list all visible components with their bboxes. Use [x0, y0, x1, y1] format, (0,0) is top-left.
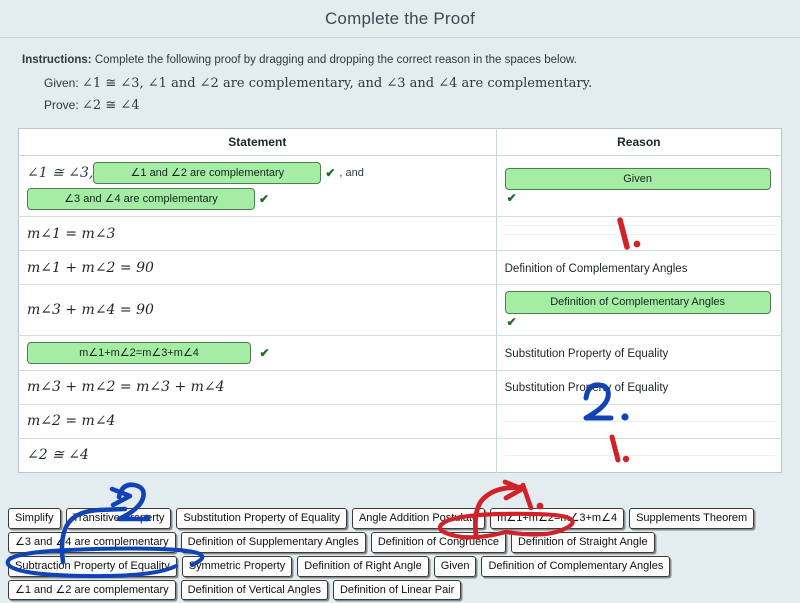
word-bank-chip[interactable]: Simplify — [8, 508, 61, 529]
reason-dropzone-2[interactable] — [495, 216, 782, 251]
proof-table: Statement Reason ∠1 ≅ ∠3, ∠1 and ∠2 are … — [18, 128, 782, 473]
app-header: Complete the Proof — [0, 0, 800, 38]
word-bank-chip[interactable]: ∠1 and ∠2 are complementary — [8, 579, 176, 601]
statement-cell-1: ∠1 ≅ ∠3, ∠1 and ∠2 are complementary ✔ ,… — [18, 155, 497, 217]
reason-text: Definition of Complementary Angles — [504, 262, 688, 275]
statement-text: m∠1 = m∠3 — [27, 225, 116, 242]
checkmark-icon: ✔ — [259, 192, 270, 207]
prove-text: ∠2 ≅ ∠4 — [82, 98, 140, 114]
word-bank-chip[interactable]: m∠1+m∠2=m∠3+m∠4 — [490, 508, 625, 529]
instructions-label: Instructions: — [22, 54, 92, 66]
word-bank-chip[interactable]: Given — [433, 555, 477, 577]
word-bank-chip[interactable]: Definition of Complementary Angles — [481, 555, 671, 577]
dropped-chip-statement-1a[interactable]: ∠1 and ∠2 are complementary — [93, 162, 322, 185]
statement-text: m∠3 + m∠2 = m∠3 + m∠4 — [27, 379, 225, 396]
word-bank: Simplify Transitive Property Substitutio… — [8, 508, 792, 603]
dropped-chip-reason-4[interactable]: Definition of Complementary Angles — [504, 291, 771, 314]
statement-text: ∠2 ≅ ∠4 — [27, 447, 89, 464]
table-row: m∠2 = m∠4 — [18, 403, 782, 439]
statement-cell-8: ∠2 ≅ ∠4 — [18, 437, 497, 473]
dropzone-guide-line — [504, 421, 775, 423]
word-bank-chip[interactable]: Definition of Vertical Angles — [180, 579, 328, 601]
statement-text: m∠1 + m∠2 = 90 — [27, 259, 154, 276]
prove-line: Prove: ∠2 ≅ ∠4 — [22, 98, 778, 113]
statement-cell-2: m∠1 = m∠3 — [18, 216, 497, 251]
table-row: m∠3 + m∠2 = m∠3 + m∠4 Substitution Prope… — [18, 369, 782, 405]
word-bank-chip-definition-of-congruence[interactable]: Definition of Congruence — [370, 531, 506, 553]
word-bank-chip-subtraction-property[interactable]: Subtraction Property of Equality — [8, 555, 177, 577]
instructions-block: Instructions: Complete the following pro… — [0, 38, 800, 124]
word-bank-chip[interactable]: Substitution Property of Equality — [176, 508, 347, 529]
column-header-reason: Reason — [496, 128, 782, 157]
word-bank-row: ∠3 and ∠4 are complementary Definition o… — [8, 531, 792, 553]
table-row: m∠3 + m∠4 = 90 Definition of Complementa… — [18, 284, 782, 336]
word-bank-row: Simplify Transitive Property Substitutio… — [8, 508, 792, 529]
word-bank-chip[interactable]: Definition of Straight Angle — [510, 531, 655, 553]
dropzone-guide-line — [504, 225, 775, 227]
statement-prefix: ∠1 ≅ ∠3, — [27, 165, 94, 182]
column-header-statement: Statement — [18, 128, 497, 157]
word-bank-chip[interactable]: Definition of Linear Pair — [332, 579, 462, 601]
given-text: ∠1 ≅ ∠3, ∠1 and ∠2 are complementary, an… — [82, 76, 593, 92]
statement-mid-text: , and — [339, 167, 364, 180]
page-title: Complete the Proof — [324, 8, 476, 28]
statement-text: m∠3 + m∠4 = 90 — [27, 301, 154, 318]
given-label: Given: — [44, 76, 79, 91]
word-bank-chip[interactable]: Transitive Property — [65, 508, 172, 529]
statement-cell-7: m∠2 = m∠4 — [18, 403, 497, 439]
checkmark-icon: ✔ — [325, 166, 336, 181]
reason-dropzone-7[interactable] — [495, 403, 782, 439]
dropped-chip-reason-1[interactable]: Given — [504, 167, 771, 190]
statement-text: m∠2 = m∠4 — [27, 413, 116, 430]
reason-cell-1[interactable]: Given ✔ — [495, 155, 782, 217]
statement-cell-4: m∠3 + m∠4 = 90 — [18, 284, 497, 336]
proof-table-wrapper: Statement Reason ∠1 ≅ ∠3, ∠1 and ∠2 are … — [0, 124, 800, 473]
table-row: ∠2 ≅ ∠4 — [18, 437, 782, 473]
reason-text: Substitution Property of Equality — [504, 382, 669, 395]
dropzone-guide-line — [504, 455, 775, 457]
reason-text: Substitution Property of Equality — [504, 347, 669, 360]
table-row: m∠1 = m∠3 — [18, 216, 782, 251]
word-bank-chip[interactable]: Definition of Supplementary Angles — [180, 531, 366, 553]
reason-dropzone-8[interactable] — [495, 437, 782, 473]
reason-cell-5: Substitution Property of Equality — [495, 334, 782, 371]
reason-cell-4[interactable]: Definition of Complementary Angles ✔ — [495, 284, 782, 336]
table-row: m∠1+m∠2=m∠3+m∠4 ✔ Substitution Property … — [18, 334, 782, 371]
table-row: m∠1 + m∠2 = 90 Definition of Complementa… — [18, 250, 782, 285]
word-bank-row: Subtraction Property of Equality Symmetr… — [8, 555, 792, 577]
table-row: ∠1 ≅ ∠3, ∠1 and ∠2 are complementary ✔ ,… — [18, 155, 782, 217]
word-bank-chip[interactable]: Symmetric Property — [181, 555, 293, 577]
instructions-line: Instructions: Complete the following pro… — [22, 52, 778, 69]
dropped-chip-statement-5[interactable]: m∠1+m∠2=m∠3+m∠4 — [27, 341, 251, 364]
given-line: Given: ∠1 ≅ ∠3, ∠1 and ∠2 are complement… — [22, 76, 778, 91]
checkmark-icon: ✔ — [506, 314, 517, 329]
word-bank-row: ∠1 and ∠2 are complementary Definition o… — [8, 579, 792, 601]
statement-cell-3: m∠1 + m∠2 = 90 — [18, 250, 497, 285]
instructions-text: Complete the following proof by dragging… — [91, 54, 577, 66]
prove-label: Prove: — [44, 98, 79, 113]
word-bank-chip[interactable]: Supplements Theorem — [629, 508, 755, 529]
statement-cell-6: m∠3 + m∠2 = m∠3 + m∠4 — [18, 369, 497, 405]
checkmark-icon: ✔ — [259, 345, 270, 360]
word-bank-chip[interactable]: ∠3 and ∠4 are complementary — [8, 531, 176, 553]
dropped-chip-statement-1b[interactable]: ∠3 and ∠4 are complementary — [27, 188, 255, 211]
table-header-row: Statement Reason — [18, 128, 782, 157]
dropzone-guide-line — [504, 233, 775, 235]
checkmark-icon: ✔ — [506, 190, 517, 205]
reason-cell-6: Substitution Property of Equality — [495, 369, 782, 405]
word-bank-chip[interactable]: Angle Addition Postulate — [351, 508, 486, 529]
word-bank-chip[interactable]: Definition of Right Angle — [297, 555, 429, 577]
reason-cell-3: Definition of Complementary Angles — [495, 250, 782, 285]
statement-cell-5[interactable]: m∠1+m∠2=m∠3+m∠4 ✔ — [18, 334, 497, 371]
